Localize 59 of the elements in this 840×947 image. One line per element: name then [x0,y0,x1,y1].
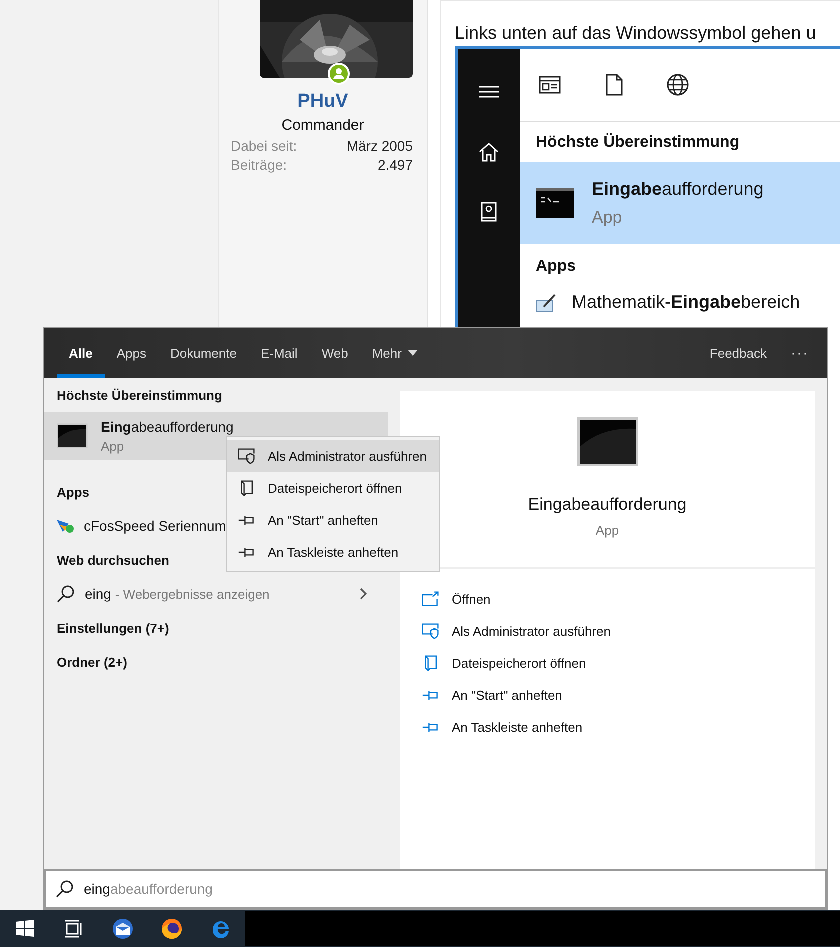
tab[interactable]: Web [310,328,360,378]
app-result[interactable]: Mathematik-Eingabebereich [520,286,840,313]
globe-icon [666,73,690,97]
tab[interactable]: Alle [57,328,105,378]
section-heading: Apps [535,257,577,277]
feedback-button[interactable]: Feedback [698,328,779,378]
folder-icon [422,654,440,672]
preview-subtitle: App [596,523,620,538]
app-icon [57,518,75,534]
action-item[interactable]: Als Administrator ausführen [422,615,815,647]
shield-icon [422,622,440,640]
stat-value: 2.497 [378,157,413,173]
section-heading[interactable]: Einstellungen (7+) [57,620,170,636]
section-heading: Höchste Übereinstimmung [535,132,741,153]
terminal-icon [536,188,574,218]
mail-icon[interactable] [112,918,134,940]
search-icon [56,880,74,898]
more-button[interactable]: ··· [779,328,827,378]
home-icon [478,141,500,163]
user-status-icon [328,63,350,85]
action-item[interactable]: Öffnen [422,583,815,615]
section-heading: Web durchsuchen [57,552,170,568]
menu-item[interactable]: Dateispeicherort öffnen [227,472,439,504]
tab[interactable]: Dokumente [158,328,249,378]
web-search-row[interactable]: eing - Webergebnisse anzeigen [44,577,388,611]
pen-icon [536,292,558,312]
section-heading: Apps [57,484,90,500]
app-result[interactable]: cFosSpeed Seriennum [84,518,226,534]
stat-label: Beiträge: [231,157,288,173]
task-view-icon[interactable] [62,918,84,940]
windows-start-icon[interactable] [14,918,36,940]
terminal-icon [57,423,88,449]
result-row[interactable]: Eingabeaufforderung App [520,162,840,244]
section-heading[interactable]: Ordner (2+) [57,654,128,670]
menu-item[interactable]: An Taskleiste anheften [227,536,439,568]
action-item[interactable]: An Taskleiste anheften [422,711,815,743]
user-rank: Commander [280,117,366,134]
browser-fox-icon[interactable] [160,918,182,940]
shield-icon [238,448,256,464]
action-item[interactable]: An "Start" anheften [422,679,815,711]
stat-label: Dabei seit: [231,138,298,154]
action-item[interactable]: Dateispeicherort öffnen [422,647,815,679]
folder-icon [238,480,256,496]
preview-title: Eingabeaufforderung [528,495,687,515]
chevron-icon [360,588,368,600]
open-icon [422,590,440,608]
search-field[interactable]: eingabeaufforderung [44,869,827,909]
section-heading: Höchste Übereinstimmung [57,388,222,402]
tab[interactable]: Mehr [360,328,430,378]
menu-item[interactable]: Als Administrator ausführen [227,440,439,472]
post-text: Links unten auf das Windowssymbol gehen u [455,23,818,44]
tab[interactable]: E-Mail [248,328,310,378]
terminal-icon [576,417,638,467]
stat-value: März 2005 [346,138,413,154]
caret-icon [408,350,418,356]
username[interactable]: PHuV [219,91,427,113]
search-icon [57,585,75,603]
tab[interactable]: Apps [104,328,158,378]
menu-item[interactable]: An "Start" anheften [227,504,439,536]
